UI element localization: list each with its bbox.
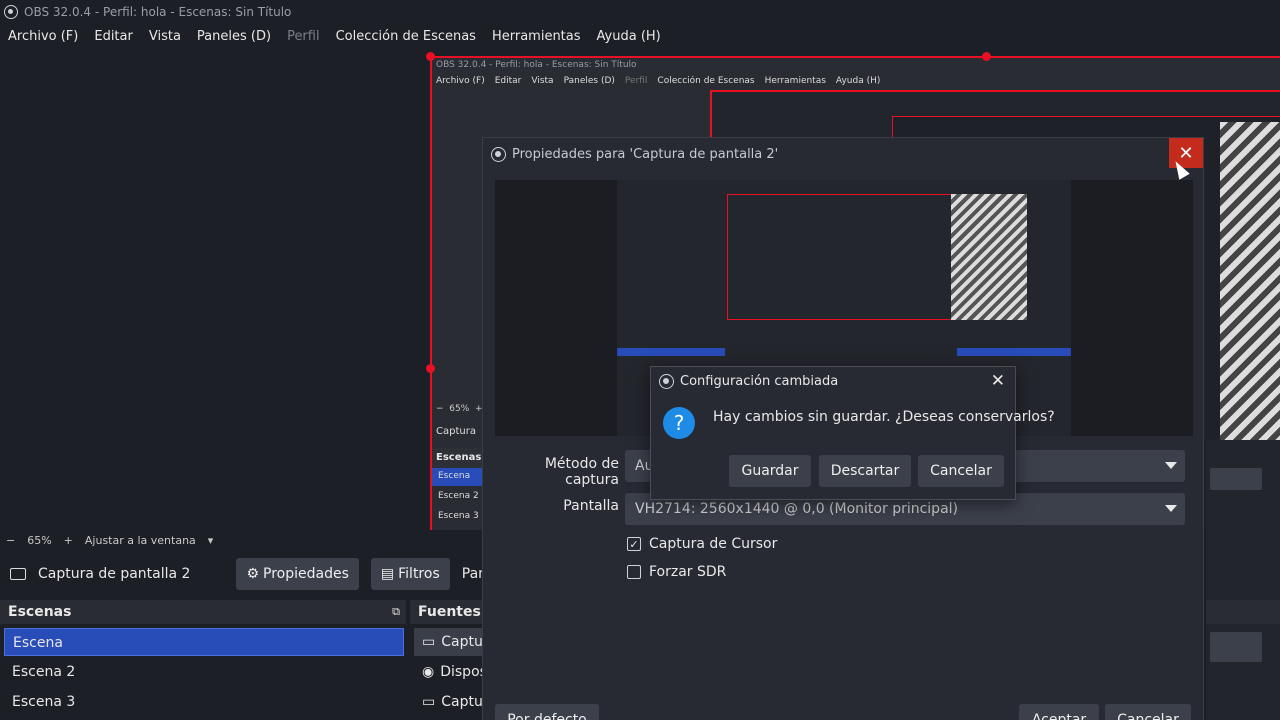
undock-icon[interactable]: ⧉ — [392, 605, 400, 619]
nested-menu-item: Perfil — [624, 76, 648, 86]
cancel-button[interactable]: Cancelar — [918, 455, 1004, 487]
scenes-dock-header: Escenas ⧉ — [0, 600, 406, 624]
transform-handle[interactable] — [426, 364, 435, 373]
scene-item[interactable]: Escena 3 — [4, 688, 404, 716]
filters-button[interactable]: ▤ Filtros — [370, 558, 450, 590]
selected-source-name: Captura de pantalla 2 — [38, 566, 191, 582]
sources-list: ▭ Captu ◉ Dispos ▭ Captu — [410, 624, 490, 720]
display-label: Pantalla — [563, 498, 619, 514]
nested-menu-item: Ayuda (H) — [835, 76, 881, 86]
properties-button[interactable]: ⚙ Propiedades — [236, 558, 359, 590]
nested-title: OBS 32.0.4 - Perfil: hola - Escenas: Sin… — [436, 60, 637, 70]
display-value: VH2714: 2560x1440 @ 0,0 (Monitor princip… — [635, 501, 958, 517]
menu-scene-collection[interactable]: Colección de Escenas — [328, 29, 484, 44]
close-icon[interactable]: ✕ — [991, 371, 1005, 391]
zoom-out-button[interactable]: − — [0, 534, 21, 547]
right-dock-header — [1206, 600, 1280, 624]
scenes-list: Escena Escena 2 Escena 3 — [0, 624, 410, 720]
nested-zoom: − 65% + — [436, 404, 483, 414]
source-item[interactable]: ◉ Dispos — [414, 658, 486, 686]
transform-handle[interactable] — [426, 52, 435, 61]
capture-method-label: Método de captura — [544, 456, 619, 488]
zoom-dropdown-icon[interactable]: ▾ — [202, 534, 220, 547]
obs-logo-icon — [659, 373, 674, 389]
accept-button[interactable]: Aceptar — [1019, 704, 1099, 720]
source-item[interactable]: ▭ Captu — [414, 628, 486, 656]
monitor-icon: ▭ — [422, 694, 436, 710]
filters-button-label: Filtros — [398, 566, 440, 582]
scene-item[interactable]: Escena — [4, 628, 404, 656]
nested-menu: Archivo (F) Editar Vista Paneles (D) Per… — [436, 76, 880, 86]
menu-file[interactable]: Archivo (F) — [0, 29, 86, 44]
menu-view[interactable]: Vista — [141, 29, 189, 44]
capture-cursor-label: Captura de Cursor — [649, 536, 778, 552]
confirm-title-bar: Configuración cambiada — [651, 367, 1015, 395]
cancel-button[interactable]: Cancelar — [1105, 704, 1191, 720]
checkbox-checked-icon: ✓ — [627, 537, 641, 551]
properties-title: Propiedades para 'Captura de pantalla 2' — [512, 146, 779, 162]
menu-edit[interactable]: Editar — [86, 29, 141, 44]
zoom-level: 65% — [27, 533, 52, 547]
confirm-message: Hay cambios sin guardar. ¿Deseas conserv… — [713, 409, 1055, 425]
monitor-icon — [10, 568, 26, 580]
menu-profile[interactable]: Perfil — [279, 29, 328, 44]
defaults-button[interactable]: Por defecto — [495, 704, 599, 720]
force-sdr-checkbox[interactable]: Forzar SDR — [627, 564, 726, 580]
nested-source-label: Captura — [436, 426, 476, 437]
save-button[interactable]: Guardar — [729, 455, 811, 487]
unsaved-changes-dialog: Configuración cambiada ✕ ? Hay cambios s… — [650, 366, 1055, 500]
transform-handle[interactable] — [982, 52, 991, 61]
zoom-in-button[interactable]: + — [58, 534, 79, 547]
scenes-dock-title: Escenas — [8, 604, 72, 620]
chevron-down-icon — [1165, 462, 1177, 469]
filter-icon: ▤ — [380, 566, 395, 582]
nested-menu-item: Paneles (D) — [563, 76, 615, 86]
chevron-down-icon — [1165, 505, 1177, 512]
source-item[interactable]: ▭ Captu — [414, 688, 486, 716]
dropdown[interactable] — [1210, 632, 1262, 662]
capture-cursor-checkbox[interactable]: ✓ Captura de Cursor — [627, 536, 777, 552]
dropdown[interactable] — [1210, 468, 1262, 490]
nested-menu-item: Herramientas — [764, 76, 826, 86]
preview-selection — [957, 348, 1071, 356]
obs-logo-icon — [491, 146, 506, 162]
monitor-icon: ▭ — [422, 634, 436, 650]
nested-menu-item: Vista — [531, 76, 554, 86]
sources-dock-title: Fuentes — [418, 604, 481, 620]
menu-bar: Archivo (F) Editar Vista Paneles (D) Per… — [0, 24, 1280, 48]
nested-menu-item: Archivo (F) — [436, 76, 485, 86]
title-bar: OBS 32.0.4 - Perfil: hola - Escenas: Sin… — [0, 0, 1280, 24]
menu-docks[interactable]: Paneles (D) — [189, 29, 279, 44]
confirm-title: Configuración cambiada — [680, 373, 839, 389]
properties-title-bar: Propiedades para 'Captura de pantalla 2' — [483, 138, 1203, 170]
properties-button-label: Propiedades — [263, 566, 349, 582]
scene-item[interactable]: Escena 2 — [4, 658, 404, 686]
nested-menu-item: Colección de Escenas — [657, 76, 755, 86]
nested-menu-item: Editar — [494, 76, 522, 86]
right-dock-partial — [1206, 440, 1280, 720]
window-title: OBS 32.0.4 - Perfil: hola - Escenas: Sin… — [24, 5, 292, 19]
gear-icon: ⚙ — [246, 566, 260, 582]
menu-tools[interactable]: Herramientas — [484, 29, 589, 44]
fit-window-button[interactable]: Ajustar a la ventana — [79, 534, 202, 547]
menu-help[interactable]: Ayuda (H) — [589, 29, 669, 44]
stripe-pattern — [1220, 122, 1280, 472]
preview-selection — [617, 348, 725, 356]
discard-button[interactable]: Descartar — [819, 455, 911, 487]
checkbox-empty-icon — [627, 565, 641, 579]
stripe-pattern — [951, 194, 1027, 320]
force-sdr-label: Forzar SDR — [649, 564, 727, 580]
obs-logo-icon — [4, 5, 18, 19]
camera-icon: ◉ — [422, 664, 435, 680]
question-icon: ? — [663, 407, 695, 439]
sources-dock-header: Fuentes — [410, 600, 490, 624]
